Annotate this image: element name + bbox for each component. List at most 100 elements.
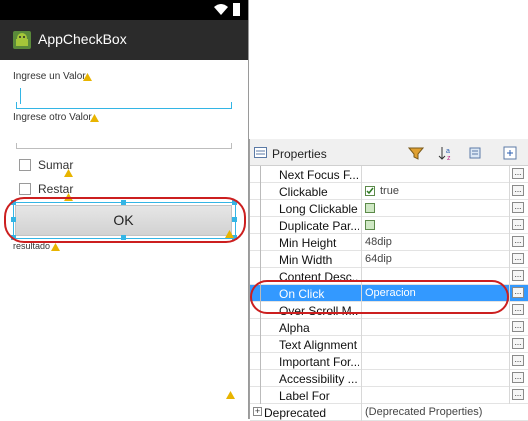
column-divider bbox=[509, 268, 510, 285]
property-row-clickable[interactable]: Clickable true... bbox=[250, 183, 528, 200]
tree-line bbox=[260, 387, 261, 404]
status-bar bbox=[0, 0, 248, 20]
restore-icon[interactable] bbox=[468, 145, 484, 161]
annotation-oval bbox=[4, 197, 246, 243]
tree-line bbox=[260, 319, 261, 336]
more-button[interactable]: ... bbox=[512, 185, 524, 196]
more-button[interactable]: ... bbox=[512, 372, 524, 383]
property-row-deprecated[interactable]: + Deprecated (Deprecated Properties) bbox=[250, 404, 528, 421]
property-checkbox[interactable] bbox=[365, 186, 375, 196]
more-button[interactable]: ... bbox=[512, 338, 524, 349]
property-name: Clickable bbox=[279, 185, 328, 199]
column-divider bbox=[509, 200, 510, 217]
column-divider bbox=[509, 217, 510, 234]
property-row-label-for[interactable]: Label For... bbox=[250, 387, 528, 404]
property-row-duplicate-parent[interactable]: Duplicate Par...... bbox=[250, 217, 528, 234]
more-button[interactable]: ... bbox=[512, 389, 524, 400]
expand-toggle-icon[interactable]: + bbox=[253, 407, 262, 416]
property-name: Alpha bbox=[279, 321, 310, 335]
sort-icon[interactable]: a z bbox=[438, 145, 454, 161]
column-divider bbox=[509, 353, 510, 370]
column-divider bbox=[509, 387, 510, 404]
app-title: AppCheckBox bbox=[38, 31, 127, 47]
column-divider bbox=[509, 319, 510, 336]
expand-icon[interactable] bbox=[502, 145, 518, 161]
property-row-text-alignment[interactable]: Text Alignment... bbox=[250, 336, 528, 353]
more-button[interactable]: ... bbox=[512, 287, 524, 298]
property-row-alpha[interactable]: Alpha... bbox=[250, 319, 528, 336]
property-name: Next Focus F... bbox=[279, 168, 359, 182]
label-first-value: Ingrese un Valor bbox=[13, 71, 86, 82]
more-button[interactable]: ... bbox=[512, 355, 524, 366]
column-divider bbox=[361, 353, 362, 370]
sumar-checkbox[interactable] bbox=[19, 159, 31, 171]
tree-line bbox=[260, 234, 261, 251]
svg-text:z: z bbox=[447, 155, 451, 161]
property-value[interactable]: (Deprecated Properties) bbox=[365, 406, 482, 418]
more-button[interactable]: ... bbox=[512, 321, 524, 332]
property-name: Duplicate Par... bbox=[279, 219, 359, 233]
column-divider bbox=[509, 183, 510, 200]
property-row-important-for[interactable]: Important For...... bbox=[250, 353, 528, 370]
property-checkbox[interactable] bbox=[365, 203, 375, 213]
filter-icon[interactable] bbox=[408, 145, 424, 161]
first-value-input[interactable] bbox=[16, 88, 232, 109]
property-name: Long Clickable bbox=[279, 202, 358, 216]
column-divider bbox=[509, 370, 510, 387]
property-name: Accessibility ... bbox=[279, 372, 358, 386]
property-checkbox[interactable] bbox=[365, 220, 375, 230]
column-divider bbox=[361, 200, 362, 217]
column-divider bbox=[361, 404, 362, 421]
more-button[interactable]: ... bbox=[512, 219, 524, 230]
second-value-input[interactable] bbox=[16, 128, 232, 149]
tree-line bbox=[260, 217, 261, 234]
tree-line bbox=[260, 370, 261, 387]
warning-icon bbox=[64, 169, 73, 177]
warning-icon bbox=[226, 391, 235, 399]
properties-header: Properties a z bbox=[250, 139, 528, 166]
property-value[interactable]: 64dip bbox=[365, 253, 392, 265]
tree-line bbox=[260, 183, 261, 200]
more-button[interactable]: ... bbox=[512, 236, 524, 247]
more-button[interactable]: ... bbox=[512, 304, 524, 315]
property-name: Text Alignment bbox=[279, 338, 358, 352]
more-button[interactable]: ... bbox=[512, 270, 524, 281]
column-divider bbox=[361, 370, 362, 387]
properties-icon bbox=[254, 147, 267, 158]
tree-line bbox=[260, 353, 261, 370]
annotation-oval bbox=[250, 280, 509, 314]
property-row-min-width[interactable]: Min Width 64dip... bbox=[250, 251, 528, 268]
property-row-long-clickable[interactable]: Long Clickable... bbox=[250, 200, 528, 217]
properties-panel: Properties a z Next Focus F...... Clickab… bbox=[249, 139, 528, 421]
tree-line bbox=[260, 200, 261, 217]
more-button[interactable]: ... bbox=[512, 202, 524, 213]
warning-icon bbox=[83, 73, 92, 81]
more-button[interactable]: ... bbox=[512, 253, 524, 264]
property-name: Min Height bbox=[279, 236, 337, 250]
property-row-next-focus[interactable]: Next Focus F...... bbox=[250, 166, 528, 183]
column-divider bbox=[361, 166, 362, 183]
column-divider bbox=[509, 234, 510, 251]
restar-checkbox[interactable] bbox=[19, 183, 31, 195]
column-divider bbox=[361, 336, 362, 353]
property-value[interactable]: 48dip bbox=[365, 236, 392, 248]
column-divider bbox=[361, 234, 362, 251]
tree-line bbox=[260, 166, 261, 183]
properties-title: Properties bbox=[272, 147, 327, 161]
column-divider bbox=[361, 183, 362, 200]
column-divider bbox=[509, 166, 510, 183]
column-divider bbox=[361, 319, 362, 336]
column-divider bbox=[509, 336, 510, 353]
property-name: Min Width bbox=[279, 253, 333, 267]
property-row-min-height[interactable]: Min Height 48dip... bbox=[250, 234, 528, 251]
column-divider bbox=[509, 285, 510, 302]
property-row-accessibility[interactable]: Accessibility ...... bbox=[250, 370, 528, 387]
property-name: Deprecated bbox=[264, 406, 327, 420]
column-divider bbox=[361, 387, 362, 404]
more-button[interactable]: ... bbox=[512, 168, 524, 179]
property-value[interactable]: true bbox=[380, 185, 399, 197]
warning-icon bbox=[51, 243, 60, 251]
label-second-value: Ingrese otro Valor bbox=[13, 112, 92, 123]
wifi-icon bbox=[214, 4, 228, 15]
column-divider bbox=[509, 302, 510, 319]
